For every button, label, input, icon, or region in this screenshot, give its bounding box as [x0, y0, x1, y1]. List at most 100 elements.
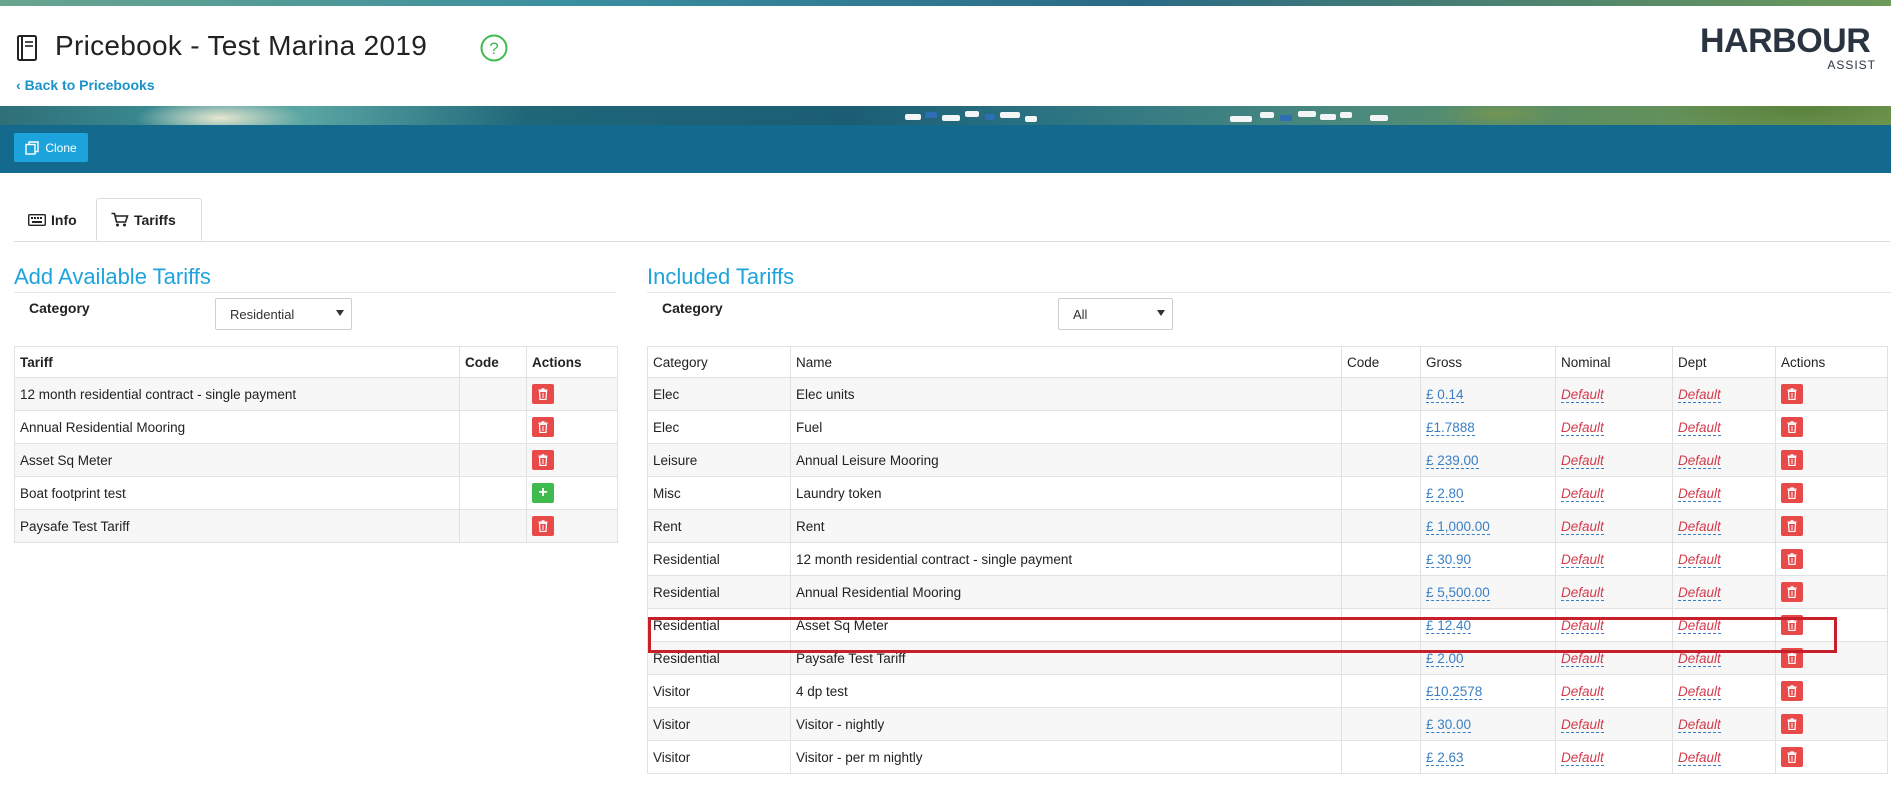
- back-to-pricebooks-link[interactable]: ‹ Back to Pricebooks: [16, 77, 155, 93]
- gross-editable-link[interactable]: £10.2578: [1426, 683, 1483, 700]
- tariff-name-cell: 12 month residential contract - single p…: [14, 377, 460, 411]
- delete-tariff-button[interactable]: [1781, 417, 1803, 437]
- dept-editable-link[interactable]: Default: [1678, 518, 1721, 535]
- trash-icon: [1787, 553, 1797, 565]
- trash-icon: [1787, 751, 1797, 763]
- nominal-cell: Default: [1555, 443, 1673, 477]
- nominal-cell: Default: [1555, 377, 1673, 411]
- nominal-editable-link[interactable]: Default: [1561, 485, 1604, 502]
- trash-icon: [1787, 586, 1797, 598]
- tab-info[interactable]: Info: [14, 198, 91, 241]
- category-cell: Elec: [647, 377, 791, 411]
- table-row: Elec Elec units £ 0.14 Default Default: [647, 377, 1888, 411]
- dept-editable-link[interactable]: Default: [1678, 749, 1721, 766]
- gross-editable-link[interactable]: £ 2.63: [1426, 749, 1464, 766]
- dept-editable-link[interactable]: Default: [1678, 419, 1721, 436]
- tab-tariffs-label: Tariffs: [134, 211, 176, 228]
- delete-tariff-button[interactable]: [1781, 516, 1803, 536]
- add-tariff-button[interactable]: +: [532, 483, 554, 503]
- gross-cell: £ 2.80: [1420, 476, 1556, 510]
- delete-tariff-button[interactable]: [1781, 384, 1803, 404]
- gross-editable-link[interactable]: £ 239.00: [1426, 452, 1479, 469]
- name-cell: 4 dp test: [790, 674, 1342, 708]
- dept-editable-link[interactable]: Default: [1678, 386, 1721, 403]
- tab-tariffs[interactable]: Tariffs: [96, 198, 202, 241]
- trash-icon: [538, 454, 548, 466]
- delete-tariff-button[interactable]: [1781, 549, 1803, 569]
- gross-editable-link[interactable]: £ 30.00: [1426, 716, 1472, 733]
- nominal-cell: Default: [1555, 410, 1673, 444]
- delete-tariff-button[interactable]: [1781, 681, 1803, 701]
- logo-subtext: ASSIST: [1827, 58, 1876, 72]
- actions-cell: +: [526, 476, 618, 510]
- delete-tariff-button[interactable]: [1781, 747, 1803, 767]
- nominal-editable-link[interactable]: Default: [1561, 749, 1604, 766]
- dept-cell: Default: [1672, 377, 1776, 411]
- nominal-editable-link[interactable]: Default: [1561, 452, 1604, 469]
- gross-cell: £ 239.00: [1420, 443, 1556, 477]
- actions-cell: [1775, 542, 1888, 576]
- help-icon[interactable]: ?: [480, 34, 508, 62]
- gross-cell: £ 2.63: [1420, 740, 1556, 774]
- actions-cell: [526, 410, 618, 444]
- name-cell: Elec units: [790, 377, 1342, 411]
- table-header-row: Category Name Code Gross Nominal Dept Ac…: [647, 346, 1888, 378]
- nominal-editable-link[interactable]: Default: [1561, 419, 1604, 436]
- available-category-select[interactable]: Residential: [215, 298, 352, 330]
- tariff-name-cell: Annual Residential Mooring: [14, 410, 460, 444]
- delete-tariff-button[interactable]: [1781, 483, 1803, 503]
- nominal-editable-link[interactable]: Default: [1561, 716, 1604, 733]
- table-row: Visitor 4 dp test £10.2578 Default Default: [647, 674, 1888, 708]
- gross-cell: £ 5,500.00: [1420, 575, 1556, 609]
- dept-editable-link[interactable]: Default: [1678, 452, 1721, 469]
- delete-tariff-button[interactable]: [532, 450, 554, 470]
- delete-tariff-button[interactable]: [1781, 450, 1803, 470]
- name-cell: Fuel: [790, 410, 1342, 444]
- nominal-editable-link[interactable]: Default: [1561, 551, 1604, 568]
- delete-tariff-button[interactable]: [532, 384, 554, 404]
- actions-cell: [1775, 674, 1888, 708]
- included-category-select[interactable]: All: [1058, 298, 1173, 330]
- page-title: Pricebook - Test Marina 2019: [55, 30, 428, 61]
- code-cell: [1341, 542, 1421, 576]
- tariff-name-cell: Asset Sq Meter: [14, 443, 460, 477]
- gross-editable-link[interactable]: £ 30.90: [1426, 551, 1472, 568]
- delete-tariff-button[interactable]: [1781, 714, 1803, 734]
- delete-tariff-button[interactable]: [532, 417, 554, 437]
- dept-editable-link[interactable]: Default: [1678, 716, 1721, 733]
- caret-down-icon: [336, 310, 344, 316]
- nominal-cell: Default: [1555, 674, 1673, 708]
- trash-icon: [1787, 520, 1797, 532]
- table-row: Leisure Annual Leisure Mooring £ 239.00 Def…: [647, 443, 1888, 477]
- nominal-editable-link[interactable]: Default: [1561, 518, 1604, 535]
- gross-cell: £ 30.00: [1420, 707, 1556, 741]
- clone-button[interactable]: Clone: [14, 133, 88, 162]
- gross-editable-link[interactable]: £ 5,500.00: [1426, 584, 1490, 601]
- nominal-editable-link[interactable]: Default: [1561, 584, 1604, 601]
- delete-tariff-button[interactable]: [532, 516, 554, 536]
- tariff-code-cell: [459, 410, 527, 444]
- tariff-code-cell: [459, 443, 527, 477]
- actions-cell: [1775, 377, 1888, 411]
- gross-editable-link[interactable]: £ 2.80: [1426, 485, 1464, 502]
- dept-editable-link[interactable]: Default: [1678, 584, 1721, 601]
- gross-editable-link[interactable]: £ 1,000.00: [1426, 518, 1490, 535]
- delete-tariff-button[interactable]: [1781, 582, 1803, 602]
- divider: [14, 292, 616, 293]
- table-row: Rent Rent £ 1,000.00 Default Default: [647, 509, 1888, 543]
- nominal-editable-link[interactable]: Default: [1561, 683, 1604, 700]
- dept-editable-link[interactable]: Default: [1678, 551, 1721, 568]
- table-row: Misc Laundry token £ 2.80 Default Default: [647, 476, 1888, 510]
- dept-editable-link[interactable]: Default: [1678, 683, 1721, 700]
- gross-cell: £ 1,000.00: [1420, 509, 1556, 543]
- column-header: Name: [790, 346, 1342, 378]
- gross-editable-link[interactable]: £ 0.14: [1426, 386, 1464, 403]
- name-cell: Annual Residential Mooring: [790, 575, 1342, 609]
- clone-label: Clone: [45, 140, 77, 155]
- nominal-cell: Default: [1555, 509, 1673, 543]
- nominal-cell: Default: [1555, 575, 1673, 609]
- dept-editable-link[interactable]: Default: [1678, 485, 1721, 502]
- gross-editable-link[interactable]: £1.7888: [1426, 419, 1475, 436]
- nominal-editable-link[interactable]: Default: [1561, 386, 1604, 403]
- actions-cell: [526, 377, 618, 411]
